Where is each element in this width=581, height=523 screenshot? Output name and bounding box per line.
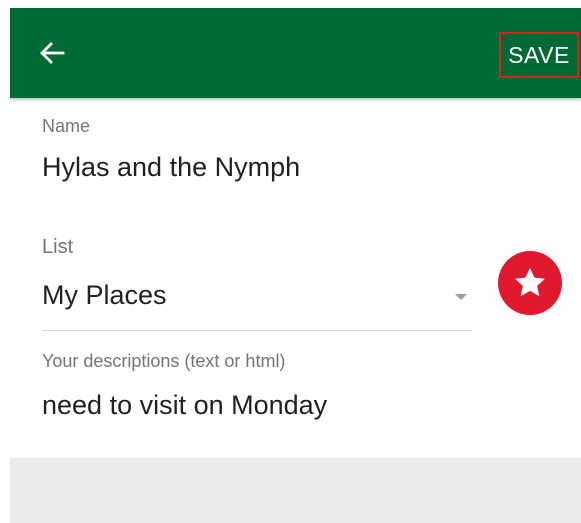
name-field[interactable]: Hylas and the Nymph (42, 152, 300, 183)
star-icon (514, 267, 546, 297)
back-button[interactable] (34, 38, 70, 68)
bottom-panel (10, 458, 581, 523)
save-button[interactable]: SAVE (499, 32, 579, 78)
description-label: Your descriptions (text or html) (42, 351, 286, 371)
app-toolbar: SAVE (10, 8, 581, 98)
dropdown-arrow-icon[interactable] (455, 294, 467, 300)
list-dropdown[interactable]: My Places (42, 280, 167, 311)
arrow-left-icon (40, 42, 65, 64)
app-screen: SAVE Name Hylas and the Nymph List My Pl… (10, 8, 581, 523)
favorite-star-button[interactable] (498, 251, 562, 315)
list-dropdown-underline (42, 330, 472, 331)
name-label: Name (42, 116, 91, 136)
list-label: List (42, 236, 74, 258)
description-field[interactable]: need to visit on Monday (42, 390, 327, 421)
